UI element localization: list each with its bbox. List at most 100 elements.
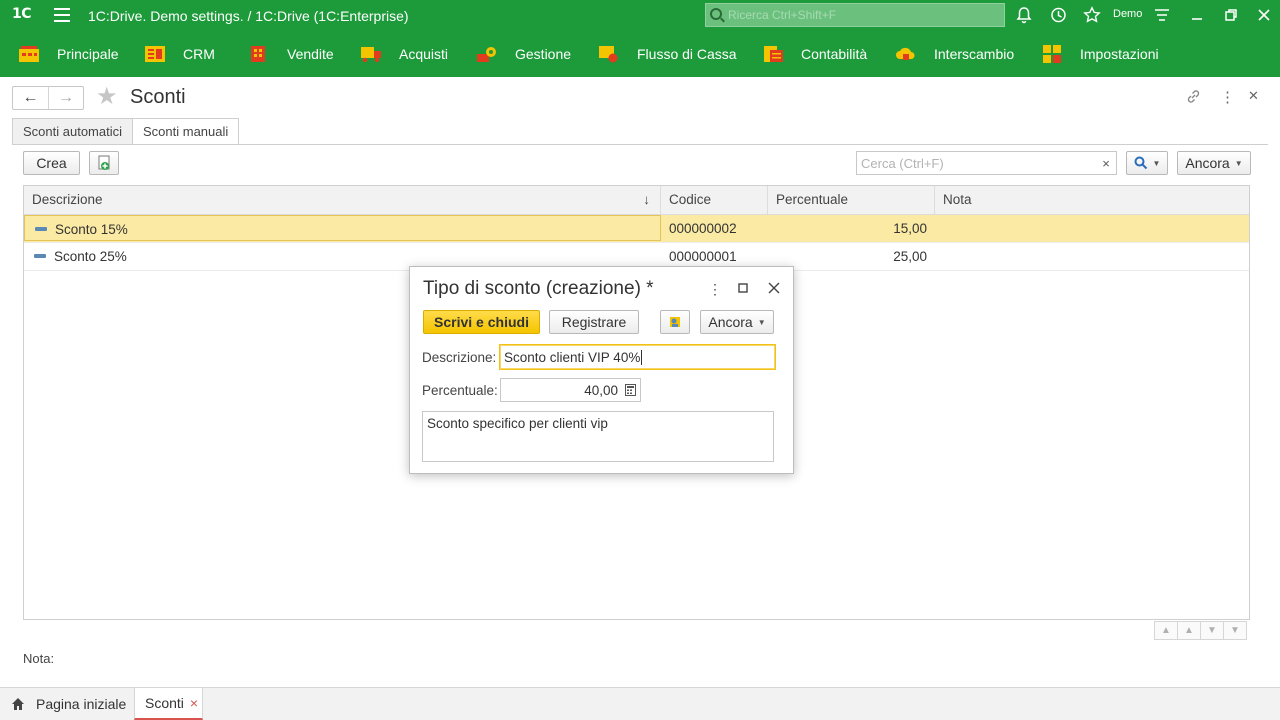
percentuale-value: 40,00 <box>584 383 618 398</box>
clear-search-button[interactable]: × <box>1096 151 1117 175</box>
dialog-title: Tipo di sconto (creazione) * <box>423 278 654 299</box>
section-label: Acquisti <box>399 46 449 62</box>
create-button[interactable]: Crea <box>23 151 80 175</box>
link-icon[interactable] <box>1185 88 1202 105</box>
sections-panel: Principale CRM Vendite Acquisti Gestione… <box>0 31 1280 77</box>
column-header-descrizione[interactable]: Descrizione ↓ <box>24 186 661 215</box>
note-textarea[interactable]: Sconto specifico per clienti vip <box>422 411 774 462</box>
section-acquisti[interactable]: Acquisti <box>360 31 448 77</box>
minimize-icon[interactable] <box>1188 6 1206 24</box>
section-principale[interactable]: Principale <box>18 31 118 77</box>
search-button[interactable]: ▼ <box>1126 151 1168 175</box>
purchases-truck-icon <box>360 45 382 63</box>
write-and-close-button[interactable]: Scrivi e chiudi <box>423 310 540 334</box>
global-search-placeholder: Ricerca Ctrl+Shift+F <box>728 8 837 22</box>
section-flusso-di-cassa[interactable]: Flusso di Cassa <box>598 31 737 77</box>
section-crm[interactable]: CRM <box>144 31 215 77</box>
create-button-label: Crea <box>36 155 67 171</box>
scroll-bottom-icon[interactable]: ▼ <box>1223 621 1247 640</box>
section-label: Flusso di Cassa <box>637 46 737 62</box>
global-search-input[interactable]: Ricerca Ctrl+Shift+F <box>705 3 1005 27</box>
column-label: Descrizione <box>32 192 103 207</box>
restore-icon[interactable] <box>1222 6 1240 24</box>
tab-sconti-manuali[interactable]: Sconti manuali <box>132 118 240 145</box>
table-scroll-buttons: ▲ ▲ ▼ ▼ <box>1154 621 1247 640</box>
section-impostazioni[interactable]: Impostazioni <box>1041 31 1159 77</box>
cell-text: Sconto 25% <box>54 249 127 264</box>
note-value: Sconto specifico per clienti vip <box>427 416 608 431</box>
scroll-top-icon[interactable]: ▲ <box>1154 621 1178 640</box>
dialog-more-label: Ancora <box>708 314 753 330</box>
maximize-icon[interactable] <box>738 283 748 293</box>
dialog-more-icon[interactable]: ⋮ <box>708 281 722 298</box>
tab-label: Pagina iniziale <box>36 696 127 712</box>
copy-button[interactable] <box>89 151 119 175</box>
section-interscambio[interactable]: Interscambio <box>895 31 1014 77</box>
chevron-down-icon: ▼ <box>757 317 766 327</box>
item-icon <box>34 254 46 259</box>
calculator-icon[interactable] <box>625 384 636 396</box>
history-icon[interactable] <box>1049 6 1067 24</box>
text-cursor <box>641 350 643 365</box>
main-menu-icon[interactable] <box>54 8 70 22</box>
page-title: Sconti <box>130 86 186 108</box>
table-row[interactable]: Sconto 15% 000000002 15,00 <box>24 215 1249 243</box>
app-logo: 1C <box>12 6 32 22</box>
column-header-nota[interactable]: Nota <box>935 186 1251 215</box>
section-label: Interscambio <box>934 46 1015 62</box>
back-arrow-icon[interactable]: ← <box>13 87 48 109</box>
section-label: Impostazioni <box>1080 46 1159 62</box>
favorites-star-icon[interactable] <box>1083 6 1101 24</box>
close-form-icon[interactable]: ✕ <box>1248 88 1259 104</box>
user-key-icon <box>670 317 680 327</box>
list-search-input[interactable]: Cerca (Ctrl+F) <box>856 151 1097 175</box>
tab-label: Sconti <box>145 695 184 711</box>
forward-arrow-icon[interactable]: → <box>47 87 83 109</box>
close-window-icon[interactable] <box>1255 6 1273 24</box>
discount-type-dialog: Tipo di sconto (creazione) * ⋮ Scrivi e … <box>409 266 794 474</box>
section-gestione[interactable]: Gestione <box>476 31 571 77</box>
column-header-percentuale[interactable]: Percentuale <box>768 186 935 215</box>
cash-flow-icon <box>598 45 620 63</box>
cloud-exchange-icon <box>895 45 917 63</box>
tab-sconti-automatici[interactable]: Sconti automatici <box>12 118 133 144</box>
favorite-star-icon[interactable]: ★ <box>96 84 118 110</box>
notifications-bell-icon[interactable] <box>1015 6 1033 24</box>
section-vendite[interactable]: Vendite <box>248 31 334 77</box>
column-header-codice[interactable]: Codice <box>661 186 768 215</box>
nota-label: Nota: <box>23 651 55 666</box>
accounting-icon <box>762 45 784 63</box>
more-button-label: Ancora <box>1185 155 1230 171</box>
sign-button[interactable] <box>660 310 690 334</box>
gear-icon <box>476 45 498 63</box>
scroll-up-icon[interactable]: ▲ <box>1177 621 1201 640</box>
chevron-down-icon: ▼ <box>1234 158 1243 168</box>
more-button[interactable]: Ancora ▼ <box>1177 151 1251 175</box>
section-label: Principale <box>57 46 119 62</box>
cell-nota <box>935 215 1251 243</box>
percentuale-label: Percentuale: <box>422 383 498 398</box>
column-label: Codice <box>669 192 712 207</box>
descrizione-label: Descrizione: <box>422 350 497 365</box>
section-contabilita[interactable]: Contabilità <box>762 31 867 77</box>
register-button[interactable]: Registrare <box>549 310 639 334</box>
descrizione-field[interactable]: Sconto clienti VIP 40% <box>499 344 776 370</box>
list-search-placeholder: Cerca (Ctrl+F) <box>861 156 944 171</box>
tab-pagina-iniziale[interactable]: Pagina iniziale <box>10 688 126 720</box>
percentuale-field[interactable]: 40,00 <box>500 378 641 402</box>
cell-descrizione: Sconto 15% <box>24 215 661 241</box>
sales-icon <box>248 45 270 63</box>
more-actions-icon[interactable]: ⋮ <box>1220 88 1235 106</box>
register-label: Registrare <box>561 314 627 330</box>
table-header: Descrizione ↓ Codice Percentuale Nota <box>24 186 1249 215</box>
settings-menu-icon[interactable] <box>1153 6 1171 24</box>
dialog-more-button[interactable]: Ancora ▼ <box>700 310 774 334</box>
write-and-close-label: Scrivi e chiudi <box>434 314 529 330</box>
close-tab-icon[interactable]: × <box>190 695 198 711</box>
sort-down-icon: ↓ <box>643 192 650 207</box>
home-section-icon <box>18 45 40 63</box>
close-dialog-icon[interactable] <box>768 282 780 294</box>
tab-sconti[interactable]: Sconti × <box>134 688 203 720</box>
current-user[interactable]: Demo <box>1113 8 1142 20</box>
scroll-down-icon[interactable]: ▼ <box>1200 621 1224 640</box>
